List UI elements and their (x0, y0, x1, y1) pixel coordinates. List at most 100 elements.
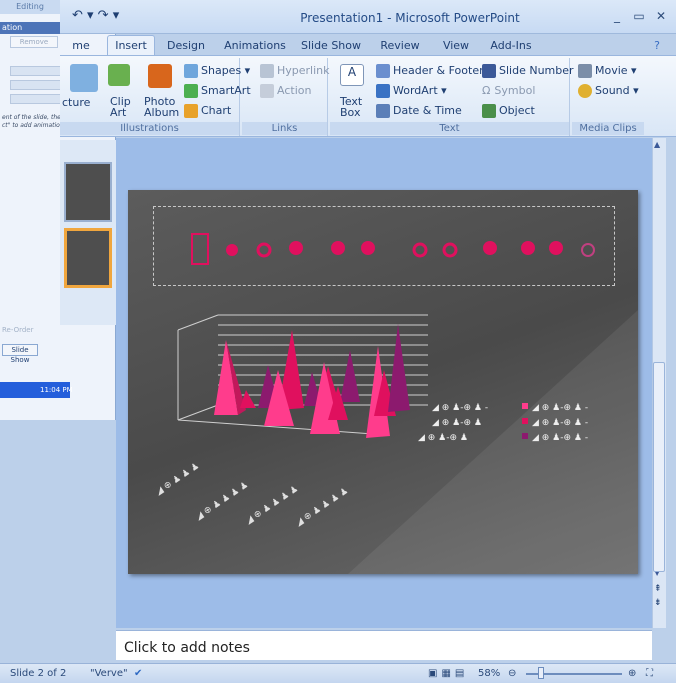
symbol-button[interactable]: Ω Symbol (482, 84, 535, 97)
title-bar: ↶ ▾ ↷ ▾ Presentation1 - Microsoft PowerP… (60, 0, 676, 34)
svg-text:◢ ⊕ ♟ ♟ ♟ ♟: ◢ ⊕ ♟ ♟ ♟ ♟ (194, 480, 250, 522)
slide-thumbnail-2[interactable] (64, 228, 112, 288)
shapes-button[interactable]: Shapes ▾ (184, 64, 250, 78)
notes-pane[interactable]: Click to add notes (116, 630, 652, 660)
chart-label: Chart (201, 104, 232, 117)
clip-art-icon (108, 64, 130, 86)
text-box-button[interactable]: Text Box (340, 96, 366, 118)
sound-button[interactable]: Sound ▾ (578, 84, 639, 98)
media-clips-group: Movie ▾ Sound ▾ Media Clips (572, 58, 644, 136)
movie-button[interactable]: Movie ▾ (578, 64, 637, 78)
minimize-icon[interactable]: _ (608, 8, 626, 24)
background-light-plane (348, 310, 638, 574)
shapes-label: Shapes (201, 64, 242, 77)
fit-to-window-icon[interactable]: ⛶ (646, 668, 653, 679)
smartart-button[interactable]: SmartArt (184, 84, 251, 98)
picture-button[interactable]: cture (62, 96, 90, 109)
hyperlink-label: Hyperlink (277, 64, 330, 77)
figure-icon-7 (549, 241, 563, 255)
hyperlink-button[interactable]: Hyperlink (260, 64, 330, 78)
maximize-icon[interactable]: ▭ (630, 8, 648, 24)
close-icon[interactable]: ✕ (652, 8, 670, 24)
spell-check-icon[interactable]: ✔ (134, 668, 142, 679)
tab-view[interactable]: View (436, 36, 476, 56)
sound-label: Sound (595, 84, 630, 97)
omega-icon: Ω (482, 84, 491, 97)
slide-graphics: ◢ ⊕ ♟-⊕ ♟ - ◢ ⊕ ♟-⊕ ♟ - ◢ ⊕ ♟-⊕ ♟ ◢ ⊕ ♟-… (154, 233, 638, 574)
clip-art-button[interactable]: Clip Art (110, 96, 134, 118)
links-group: Hyperlink Action Links (242, 58, 330, 136)
prev-slide-icon[interactable]: ⇞ (654, 584, 662, 594)
svg-text:◢ ⊕ ♟-⊕ ♟ -: ◢ ⊕ ♟-⊕ ♟ - (532, 418, 588, 428)
slide-thumbnail-1[interactable] (64, 162, 112, 222)
reorder-label: Re-Order (2, 326, 34, 334)
figure-icon (226, 244, 238, 256)
illustrations-label: Illustrations (60, 122, 239, 135)
slide-canvas[interactable]: ◢ ⊕ ♟-⊕ ♟ - ◢ ⊕ ♟-⊕ ♟ - ◢ ⊕ ♟-⊕ ♟ ◢ ⊕ ♟-… (128, 190, 638, 574)
zoom-out-icon[interactable]: ⊖ (508, 668, 516, 679)
svg-text:◢ ⊕ ♟ ♟ ♟: ◢ ⊕ ♟ ♟ ♟ (154, 461, 201, 497)
movie-icon (578, 64, 592, 78)
notes-placeholder[interactable]: Click to add notes (124, 640, 250, 656)
slide-number-icon (482, 64, 496, 78)
text-group: A Text Box Header & Footer WordArt ▾ Dat… (330, 58, 574, 136)
slide-number-button[interactable]: Slide Number (482, 64, 574, 78)
tab-home[interactable]: me (60, 36, 102, 56)
header-footer-icon (376, 64, 390, 78)
object-label: Object (499, 104, 535, 117)
movie-label: Movie (595, 64, 628, 77)
header-footer-label: Header & Footer (393, 64, 484, 77)
scroll-up-icon[interactable]: ▲ (654, 140, 660, 149)
text-group-label: Text (330, 122, 569, 135)
chart-axis-labels: ◢ ⊕ ♟ ♟ ♟ ◢ ⊕ ♟ ♟ ♟ ♟ ◢ ⊕ ♟ ♟ ♟ ♟ ◢ ⊕ ♟ … (154, 461, 350, 528)
action-button[interactable]: Action (260, 84, 311, 98)
text-box-icon: A (340, 64, 364, 86)
symbol-label: Symbol (494, 84, 536, 97)
scrollbar-thumb[interactable] (653, 362, 665, 572)
action-label: Action (277, 84, 312, 97)
photo-album-button[interactable]: Photo Album (144, 96, 184, 118)
header-footer-button[interactable]: Header & Footer (376, 64, 484, 78)
title-symbol-row (191, 233, 595, 265)
tab-animations[interactable]: Animations (222, 36, 288, 56)
svg-text:◢ ⊕ ♟-⊕ ♟: ◢ ⊕ ♟-⊕ ♟ (418, 433, 468, 443)
object-button[interactable]: Object (482, 104, 535, 118)
zoom-slider-thumb[interactable] (538, 667, 544, 679)
chart-button[interactable]: Chart (184, 104, 231, 118)
chart-icon (184, 104, 198, 118)
zoom-in-icon[interactable]: ⊕ (628, 668, 636, 679)
slide-show-button[interactable]: Slide Show (2, 344, 38, 364)
sound-icon (578, 84, 592, 98)
theme-name: "Verve" (90, 668, 128, 679)
date-time-label: Date & Time (393, 104, 462, 117)
svg-text:◢ ⊕ ♟ ♟ ♟ ♟: ◢ ⊕ ♟ ♟ ♟ ♟ (244, 484, 300, 526)
quick-access-toolbar[interactable]: ↶ ▾ ↷ ▾ (72, 8, 119, 28)
object-icon (482, 104, 496, 118)
wordart-button[interactable]: WordArt ▾ (376, 84, 447, 98)
remove-button[interactable]: Remove (10, 36, 58, 48)
ribbon-tabs: me Insert Design Animations Slide Show R… (60, 34, 676, 56)
window-title: Presentation1 - Microsoft PowerPoint (300, 11, 520, 25)
editing-group-label: Editing (0, 0, 60, 14)
date-time-icon (376, 104, 390, 118)
figure-icon-6 (521, 241, 535, 255)
date-time-button[interactable]: Date & Time (376, 104, 462, 118)
wordart-icon (376, 84, 390, 98)
svg-text:◢ ⊕ ♟-⊕ ♟ -: ◢ ⊕ ♟-⊕ ♟ - (432, 403, 488, 413)
tab-design[interactable]: Design (163, 36, 209, 56)
zoom-level[interactable]: 58% (478, 668, 500, 679)
picture-icon (70, 64, 98, 92)
target-icon (256, 242, 272, 258)
next-slide-icon[interactable]: ⇟ (654, 598, 662, 608)
tab-slide-show[interactable]: Slide Show (300, 36, 362, 56)
animation-pane-title: ation (0, 22, 60, 34)
hyperlink-icon (260, 64, 274, 78)
help-icon[interactable]: ? (650, 36, 664, 56)
ribbon: cture Clip Art Photo Album Shapes ▾ Smar… (60, 55, 676, 137)
tab-add-ins[interactable]: Add-Ins (486, 36, 536, 56)
illustrations-group: cture Clip Art Photo Album Shapes ▾ Smar… (60, 58, 251, 136)
target-icon-4 (581, 243, 595, 257)
tab-review[interactable]: Review (376, 36, 424, 56)
view-buttons[interactable]: ▣▦▤ (428, 668, 468, 679)
tab-insert[interactable]: Insert (107, 35, 155, 55)
